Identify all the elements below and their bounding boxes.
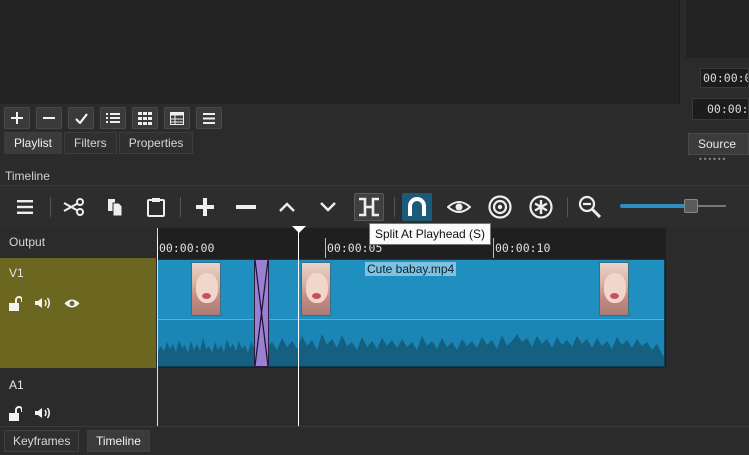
audio-waveform	[267, 319, 664, 366]
tab-source[interactable]: Source	[688, 133, 749, 155]
lock-open-icon[interactable]	[7, 405, 23, 421]
remove-icon[interactable]	[36, 107, 62, 129]
tab-timeline[interactable]: Timeline	[87, 430, 150, 452]
tab-playlist[interactable]: Playlist	[4, 132, 63, 154]
add-icon[interactable]	[4, 107, 30, 129]
lift-icon[interactable]	[272, 193, 302, 221]
mute-icon[interactable]	[35, 295, 51, 311]
lock-open-icon[interactable]	[7, 295, 23, 311]
transition-crossfade[interactable]	[254, 259, 269, 367]
check-icon[interactable]	[68, 107, 94, 129]
ripple-icon[interactable]	[485, 193, 515, 221]
clip-part-1[interactable]	[157, 259, 257, 367]
snap-icon[interactable]	[402, 193, 432, 221]
playhead-handle-icon[interactable]	[292, 226, 306, 233]
timeline-start-marker	[157, 228, 158, 426]
ripple-all-icon[interactable]	[526, 193, 556, 221]
list-view-icon[interactable]	[100, 107, 126, 129]
timeline-empty-area	[666, 228, 749, 426]
clip-thumbnail	[599, 262, 629, 316]
position-timecode[interactable]: 00:00:00	[700, 68, 749, 88]
scrub-icon[interactable]	[444, 193, 474, 221]
timeline-dock-title: Timeline	[5, 169, 50, 183]
remove-icon[interactable]	[231, 193, 261, 221]
split-icon[interactable]	[354, 193, 384, 221]
hide-icon[interactable]	[64, 295, 80, 311]
output-label: Output	[9, 235, 46, 249]
tab-keyframes[interactable]: Keyframes	[4, 430, 80, 452]
tab-properties[interactable]: Properties	[118, 132, 194, 154]
detail-view-icon[interactable]	[164, 107, 190, 129]
menu-icon[interactable]	[196, 107, 222, 129]
duration-timecode[interactable]: 00:00:	[692, 98, 749, 120]
audio-waveform	[158, 319, 256, 366]
cut-icon[interactable]	[59, 193, 89, 221]
zoom-slider-handle[interactable]	[684, 199, 698, 213]
playhead[interactable]	[298, 228, 299, 426]
tab-filters[interactable]: Filters	[64, 132, 117, 154]
split-tooltip: Split At Playhead (S)	[369, 223, 492, 245]
ruler-tick-label: 00:00:10	[495, 241, 551, 255]
grid-view-icon[interactable]	[132, 107, 158, 129]
dock-grip-icon[interactable]: ••••••	[698, 156, 726, 164]
clip-thumbnail	[191, 262, 221, 316]
ruler-tick	[325, 238, 326, 258]
playlist-view[interactable]	[0, 0, 680, 104]
track-lane-a1[interactable]	[157, 368, 666, 426]
zoom-slider-fill[interactable]	[620, 204, 686, 208]
playlist-toolbar	[0, 104, 680, 132]
clip-part-2[interactable]: Cute babay.mp4	[266, 259, 665, 367]
track-header-v1[interactable]: V1	[0, 258, 156, 368]
ruler-tick-label: 00:00:00	[159, 241, 215, 255]
append-icon[interactable]	[190, 193, 220, 221]
copy-icon[interactable]	[100, 193, 130, 221]
menu-icon[interactable]	[10, 193, 40, 221]
track-name-a1: A1	[9, 378, 24, 392]
zoom-out-icon[interactable]	[575, 193, 605, 221]
paste-icon[interactable]	[141, 193, 171, 221]
mute-icon[interactable]	[35, 405, 51, 421]
overwrite-icon[interactable]	[313, 193, 343, 221]
output-track-header[interactable]: Output	[0, 228, 156, 258]
track-header-a1[interactable]: A1	[0, 368, 156, 426]
ruler-tick	[493, 238, 494, 258]
clip-thumbnail	[301, 262, 331, 316]
track-name-v1: V1	[9, 266, 24, 280]
playlist-tabs: Playlist Filters Properties	[0, 132, 680, 156]
source-viewer[interactable]	[686, 0, 749, 58]
clip-name: Cute babay.mp4	[365, 262, 457, 276]
